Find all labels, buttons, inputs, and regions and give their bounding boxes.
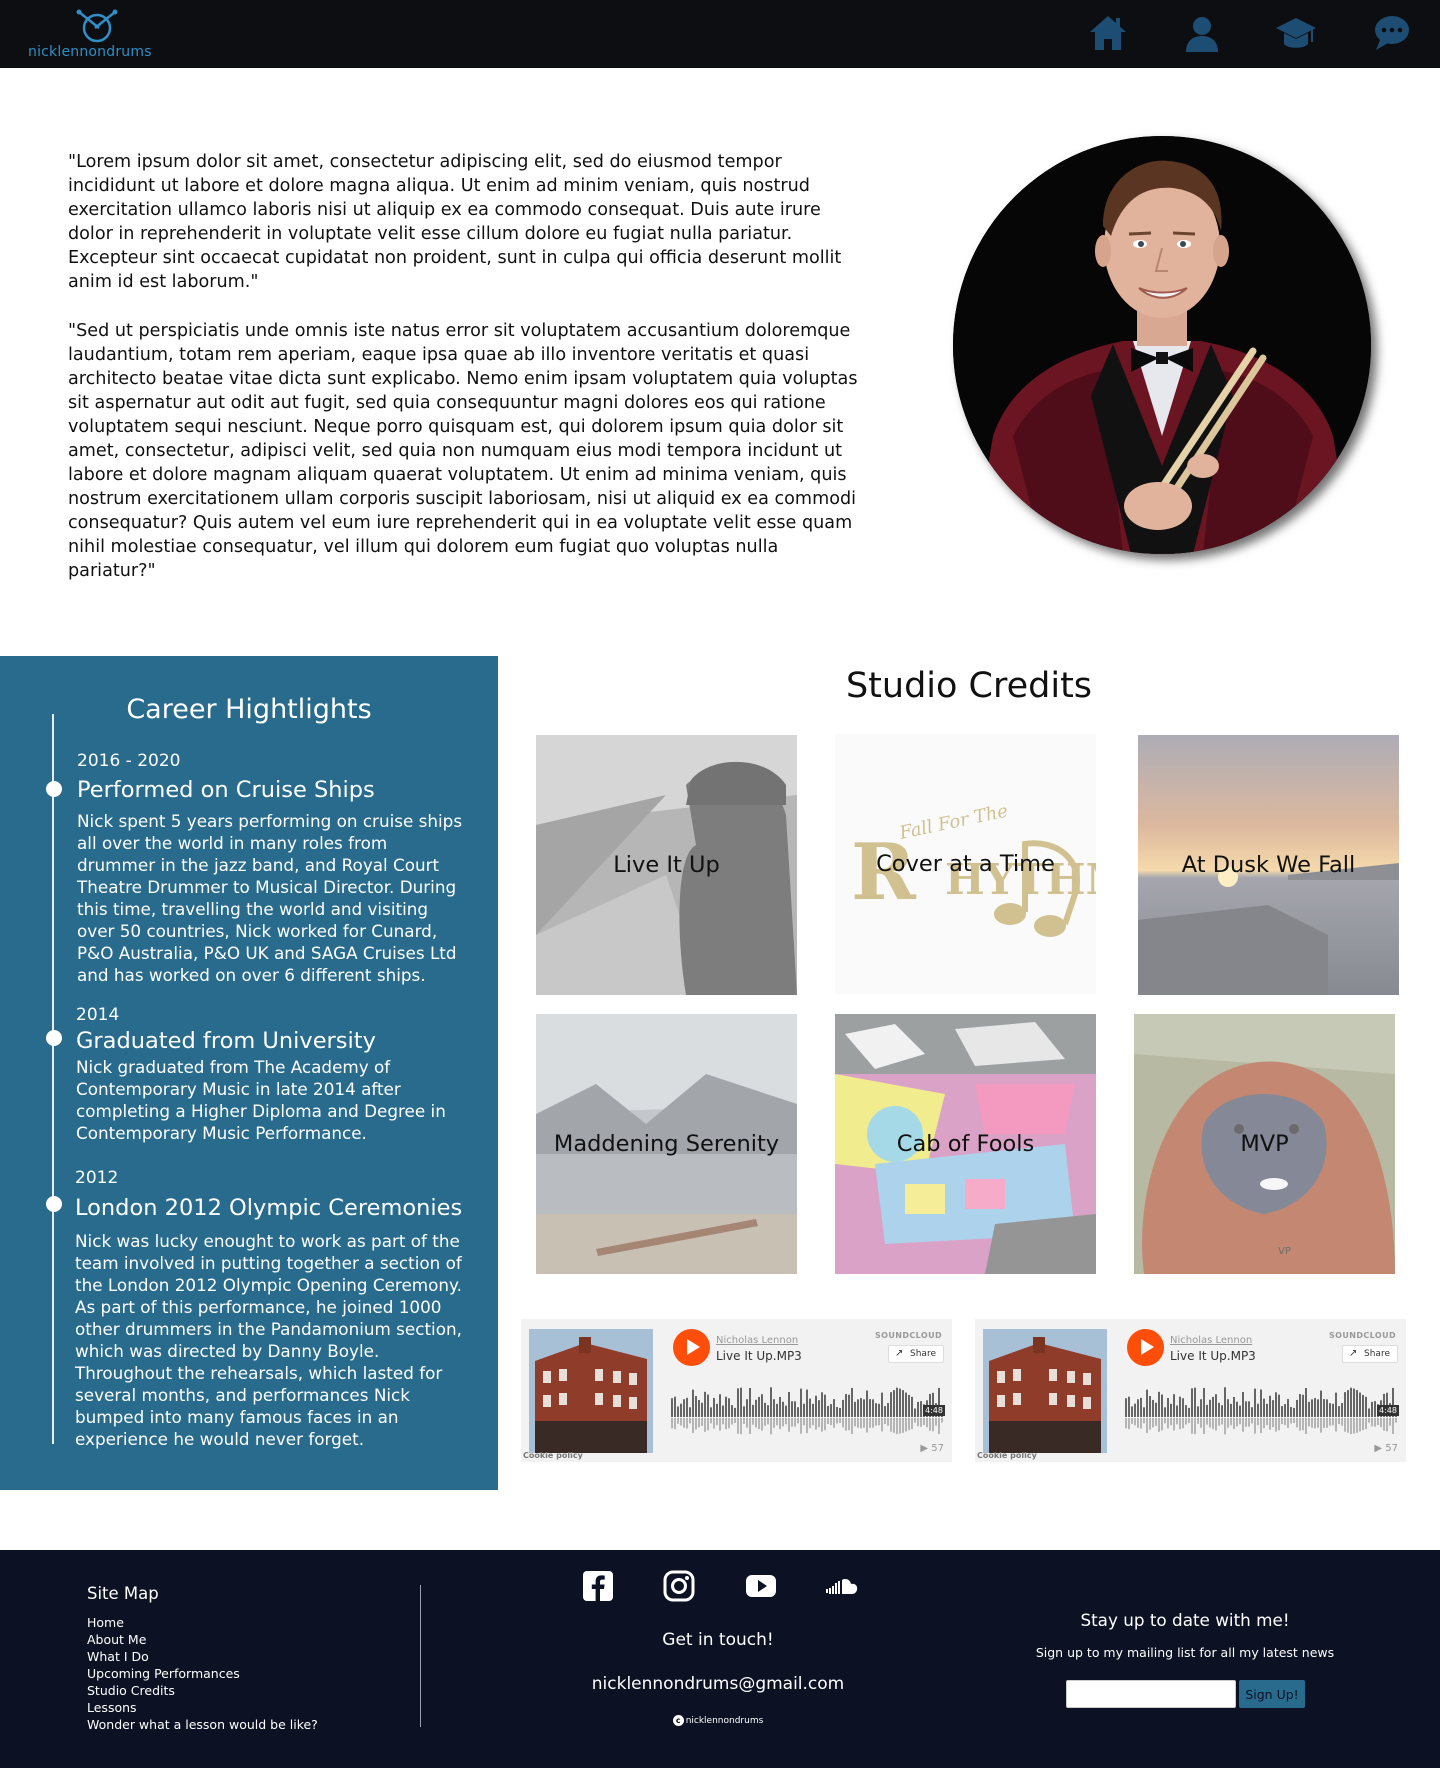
home-icon[interactable] [1086,12,1130,54]
share-button[interactable]: Share [1342,1345,1398,1363]
tile-caption: At Dusk We Fall [1181,852,1356,878]
studio-credits-title: Studio Credits [845,666,1093,706]
newsletter-heading: Stay up to date with me! [1080,1610,1290,1630]
get-in-touch-heading: Get in touch! [662,1630,774,1650]
youtube-icon[interactable] [744,1568,778,1604]
track-artwork[interactable] [529,1329,653,1453]
track-duration: 4:48 [1377,1405,1399,1416]
site-logo[interactable]: nicklennondrums [28,6,168,62]
sitemap-link-performances[interactable]: Upcoming Performances [87,1665,318,1682]
timeline-year: 2014 [76,1005,120,1025]
site-footer: Site Map Home About Me What I Do Upcomin… [0,1550,1440,1768]
timeline-heading: Performed on Cruise Ships [77,777,375,803]
sitemap-link-what-i-do[interactable]: What I Do [87,1648,318,1665]
studio-credit-tile[interactable]: Maddening Serenity [536,1014,797,1274]
track-title: Live It Up.MP3 [1170,1349,1256,1363]
sitemap-link-lessons[interactable]: Lessons [87,1699,318,1716]
track-duration: 4:48 [923,1405,945,1416]
user-icon[interactable] [1180,12,1224,54]
tile-caption: MVP [1240,1131,1289,1157]
copyright-icon: c [672,1715,684,1726]
copyright: c nicklennondrums [518,1715,918,1726]
studio-credit-tile[interactable]: Cab of Fools [835,1014,1096,1274]
timeline-dot [46,1196,62,1212]
play-button[interactable] [1127,1329,1164,1366]
footer-divider [420,1585,421,1727]
sitemap-title: Site Map [87,1584,159,1603]
timeline-heading: London 2012 Olympic Ceremonies [75,1195,463,1221]
newsletter-description: Sign up to my mailing list for all my la… [1035,1645,1335,1660]
bio-text: "Lorem ipsum dolor sit amet, consectetur… [68,150,868,608]
timeline-heading: Graduated from University [76,1028,376,1054]
play-count: ▶ 57 [1374,1443,1398,1454]
chat-icon[interactable] [1370,12,1414,54]
track-title: Live It Up.MP3 [716,1349,802,1363]
studio-credit-tile[interactable]: R HYTHM Fall For The Cover at a Time [835,734,1096,994]
soundcloud-player: Nicholas Lennon Live It Up.MP3 SOUNDCLOU… [975,1319,1406,1462]
bio-paragraph-2: "Sed ut perspiciatis unde omnis iste nat… [68,321,858,581]
play-count: ▶ 57 [920,1443,944,1454]
top-nav-bar: nicklennondrums [0,0,1440,68]
timeline-body: Nick was lucky enought to work as part o… [75,1231,462,1449]
waveform[interactable] [1125,1379,1399,1435]
sitemap-list: Home About Me What I Do Upcoming Perform… [87,1614,318,1733]
share-button[interactable]: Share [888,1345,944,1363]
artist-link[interactable]: Nicholas Lennon [716,1335,798,1346]
timeline-body: Nick spent 5 years performing on cruise … [77,811,463,985]
timeline-year: 2012 [75,1168,119,1188]
sitemap-link-studio-credits[interactable]: Studio Credits [87,1682,318,1699]
tile-caption: Cover at a Time [876,851,1055,877]
graduation-cap-icon[interactable] [1274,12,1318,54]
soundcloud-brand[interactable]: SOUNDCLOUD [875,1331,942,1340]
tile-caption: Live It Up [613,852,720,878]
timeline-year: 2016 - 2020 [77,751,181,771]
profile-photo [953,136,1371,554]
tile-caption: Maddening Serenity [553,1131,780,1157]
cookie-policy-link[interactable]: Cookie policy [523,1451,583,1460]
studio-credit-tile[interactable]: Live It Up [536,735,797,995]
newsletter-email-input[interactable] [1066,1680,1236,1708]
logo-text: nicklennondrums [28,44,152,60]
career-title: Career Hightlights [126,694,372,725]
timeline-dot [46,1030,62,1046]
instagram-icon[interactable] [662,1568,696,1604]
play-button[interactable] [673,1329,710,1366]
sitemap-link-about[interactable]: About Me [87,1631,318,1648]
timeline-body: Nick graduated from The Academy of Conte… [76,1057,446,1143]
career-highlights-panel: Career Hightlights 2016 - 2020 Performed… [0,656,498,1490]
drum-logo-icon [76,9,118,43]
sitemap-link-home[interactable]: Home [87,1614,318,1631]
timeline-dot [46,781,62,797]
cookie-policy-link[interactable]: Cookie policy [977,1451,1037,1460]
bio-paragraph-1: "Lorem ipsum dolor sit amet, consectetur… [68,152,842,292]
soundcloud-player: Nicholas Lennon Live It Up.MP3 SOUNDCLOU… [521,1319,952,1462]
contact-email-link[interactable]: nicklennondrums@gmail.com [518,1674,918,1694]
waveform[interactable] [671,1379,945,1435]
studio-credit-tile[interactable]: VP MVP [1134,1014,1395,1274]
studio-credit-tile[interactable]: At Dusk We Fall [1138,735,1399,995]
track-artwork[interactable] [983,1329,1107,1453]
sign-up-button[interactable]: Sign Up! [1239,1680,1305,1708]
artist-link[interactable]: Nicholas Lennon [1170,1335,1252,1346]
facebook-icon[interactable] [581,1568,615,1604]
copyright-text: nicklennondrums [685,1716,764,1726]
soundcloud-icon[interactable] [825,1568,859,1604]
timeline-line [52,714,54,1444]
sitemap-link-lesson-preview[interactable]: Wonder what a lesson would be like? [87,1716,318,1733]
soundcloud-brand[interactable]: SOUNDCLOUD [1329,1331,1396,1340]
tile-caption: Cab of Fools [896,1131,1035,1157]
